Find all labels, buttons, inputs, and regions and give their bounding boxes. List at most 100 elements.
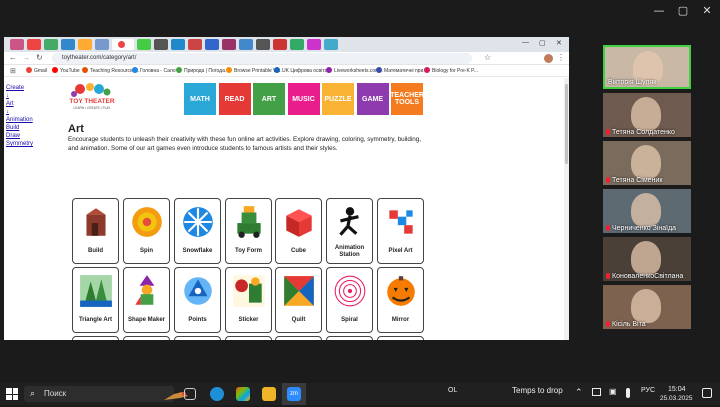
browser-tab[interactable]	[61, 39, 75, 50]
browser-tab[interactable]	[307, 39, 321, 50]
activity-card-shape-maker[interactable]: Shape Maker	[123, 267, 170, 333]
browser-minimize-button[interactable]: —	[522, 39, 529, 46]
maximize-button[interactable]: ▢	[674, 3, 692, 19]
page-scrollbar[interactable]	[564, 78, 569, 340]
browser-tab[interactable]	[324, 39, 338, 50]
edge-icon[interactable]	[210, 387, 224, 401]
browser-tab[interactable]	[256, 39, 270, 50]
reload-icon[interactable]: ↻	[36, 53, 43, 62]
sidebar-link[interactable]: Symmetry	[6, 140, 46, 148]
profile-avatar[interactable]	[544, 54, 553, 63]
nav-art-button[interactable]: ART	[253, 83, 285, 115]
bookmark-item[interactable]: Teaching Resources...	[82, 67, 139, 75]
sidebar-link[interactable]: ↓	[6, 92, 46, 100]
sidebar-link[interactable]: Draw	[6, 132, 46, 140]
language-indicator[interactable]: РУС	[641, 387, 655, 394]
browser-tab[interactable]	[78, 39, 92, 50]
browser-tab[interactable]	[10, 39, 24, 50]
bookmark-star-icon[interactable]: ☆	[484, 53, 491, 62]
display-icon[interactable]	[592, 388, 601, 396]
sidebar-link[interactable]: Art	[6, 100, 46, 108]
taskbar-search[interactable]: ⌕ Поиск	[24, 386, 188, 402]
browser-tab[interactable]	[112, 39, 134, 50]
activity-card-mirror[interactable]: Mirror	[377, 267, 424, 333]
sidebar-link[interactable]: ↓	[6, 108, 46, 116]
bookmark-item[interactable]: Biology for Pre-K P...	[424, 67, 478, 75]
nav-math-button[interactable]: MATH	[184, 83, 216, 115]
activity-card-animation-station[interactable]: Animation Station	[326, 198, 373, 264]
zoom-taskbar-button[interactable]: zm	[282, 383, 306, 405]
browser-tab[interactable]	[273, 39, 287, 50]
scroll-thumb[interactable]	[565, 84, 568, 164]
bookmark-item[interactable]: Головна - Сало	[132, 67, 176, 75]
bookmark-item[interactable]: Природа | Погода...	[176, 67, 229, 75]
participant-tile[interactable]: Кісіль Віта	[603, 285, 691, 329]
browser-maximize-button[interactable]: ▢	[539, 39, 546, 47]
task-view-icon[interactable]	[184, 388, 196, 400]
activity-card[interactable]	[275, 336, 322, 340]
bookmark-item[interactable]: YouTube	[52, 67, 80, 75]
browser-tab[interactable]	[239, 39, 253, 50]
participant-tile[interactable]: Черниченко Зінаїда	[603, 189, 691, 233]
sidebar-link[interactable]: Build	[6, 124, 46, 132]
browser-close-button[interactable]: ✕	[556, 39, 562, 47]
nav-puzzle-button[interactable]: PUZZLE	[322, 83, 354, 115]
apps-grid-icon[interactable]: ⊞	[10, 67, 16, 75]
browser-tab[interactable]	[290, 39, 304, 50]
activity-card-pixel-art[interactable]: Pixel Art	[377, 198, 424, 264]
nav-read-button[interactable]: READ	[218, 83, 251, 115]
bookmark-item[interactable]: Liveworksheets.com...	[326, 67, 383, 75]
start-button[interactable]	[6, 388, 18, 400]
weather-indicator[interactable]: OL	[448, 387, 457, 394]
activity-card-build[interactable]: Build	[72, 198, 119, 264]
sidebar-link[interactable]: Create	[6, 84, 46, 92]
nav-teacher-tools-button[interactable]: TEACHER TOOLS	[390, 83, 424, 115]
close-button[interactable]: ✕	[698, 3, 716, 19]
activity-card[interactable]	[174, 336, 221, 340]
activity-card-points[interactable]: Points	[174, 267, 221, 333]
drop-notification[interactable]: Temps to drop	[512, 387, 563, 395]
sidebar-link[interactable]: Animation	[6, 116, 46, 124]
menu-icon[interactable]: ⋮	[557, 53, 565, 62]
nav-game-button[interactable]: GAME	[356, 83, 389, 115]
participant-tile[interactable]: Вікторія Шуляк	[603, 45, 691, 89]
participant-tile[interactable]: Тетяна Сіменик	[603, 141, 691, 185]
activity-card[interactable]	[72, 336, 119, 340]
activity-card[interactable]	[123, 336, 170, 340]
browser-tab[interactable]	[171, 39, 185, 50]
forward-icon[interactable]: →	[22, 53, 30, 62]
microphone-icon[interactable]	[626, 388, 630, 398]
clock-date[interactable]: 25.03.2025	[660, 395, 693, 402]
browser-tab[interactable]	[137, 39, 151, 50]
browser-tab[interactable]	[188, 39, 202, 50]
activity-card-sticker[interactable]: Sticker	[225, 267, 272, 333]
participant-tile[interactable]: КоноваленкоСвітлана	[603, 237, 691, 281]
copilot-icon[interactable]	[236, 387, 250, 401]
activity-card-toy-form[interactable]: Toy Form	[225, 198, 272, 264]
activity-card[interactable]	[326, 336, 373, 340]
activity-card-spin[interactable]: Spin	[123, 198, 170, 264]
chevron-up-icon[interactable]: ⌃	[575, 387, 583, 398]
activity-card-spiral[interactable]: Spiral	[326, 267, 373, 333]
file-explorer-icon[interactable]	[262, 387, 276, 401]
browser-tab[interactable]	[44, 39, 58, 50]
participant-tile[interactable]: Тетяна Солдатенко	[603, 93, 691, 137]
browser-tab[interactable]	[27, 39, 41, 50]
toy-theater-logo[interactable]: TOY THEATER LEARN • CREATE • PLAY	[68, 81, 116, 117]
bookmark-item[interactable]: UK Цифрова освіта...	[274, 67, 332, 75]
camera-icon[interactable]: ▣	[609, 387, 617, 396]
browser-tab[interactable]	[205, 39, 219, 50]
activity-card[interactable]	[377, 336, 424, 340]
address-bar[interactable]: toytheater.com/category/art/	[52, 53, 472, 64]
activity-card-snowflake[interactable]: Snowflake	[174, 198, 221, 264]
activity-card-cube[interactable]: Cube	[275, 198, 322, 264]
browser-tab[interactable]	[95, 39, 109, 50]
activity-card[interactable]	[225, 336, 272, 340]
browser-tab[interactable]	[154, 39, 168, 50]
minimize-button[interactable]: —	[650, 3, 668, 19]
notifications-icon[interactable]	[702, 388, 712, 398]
nav-music-button[interactable]: MUSIC	[287, 83, 320, 115]
bookmark-item[interactable]: Gmail	[26, 67, 47, 75]
bookmark-item[interactable]: Математичні при...	[376, 67, 427, 75]
browser-tab[interactable]	[222, 39, 236, 50]
